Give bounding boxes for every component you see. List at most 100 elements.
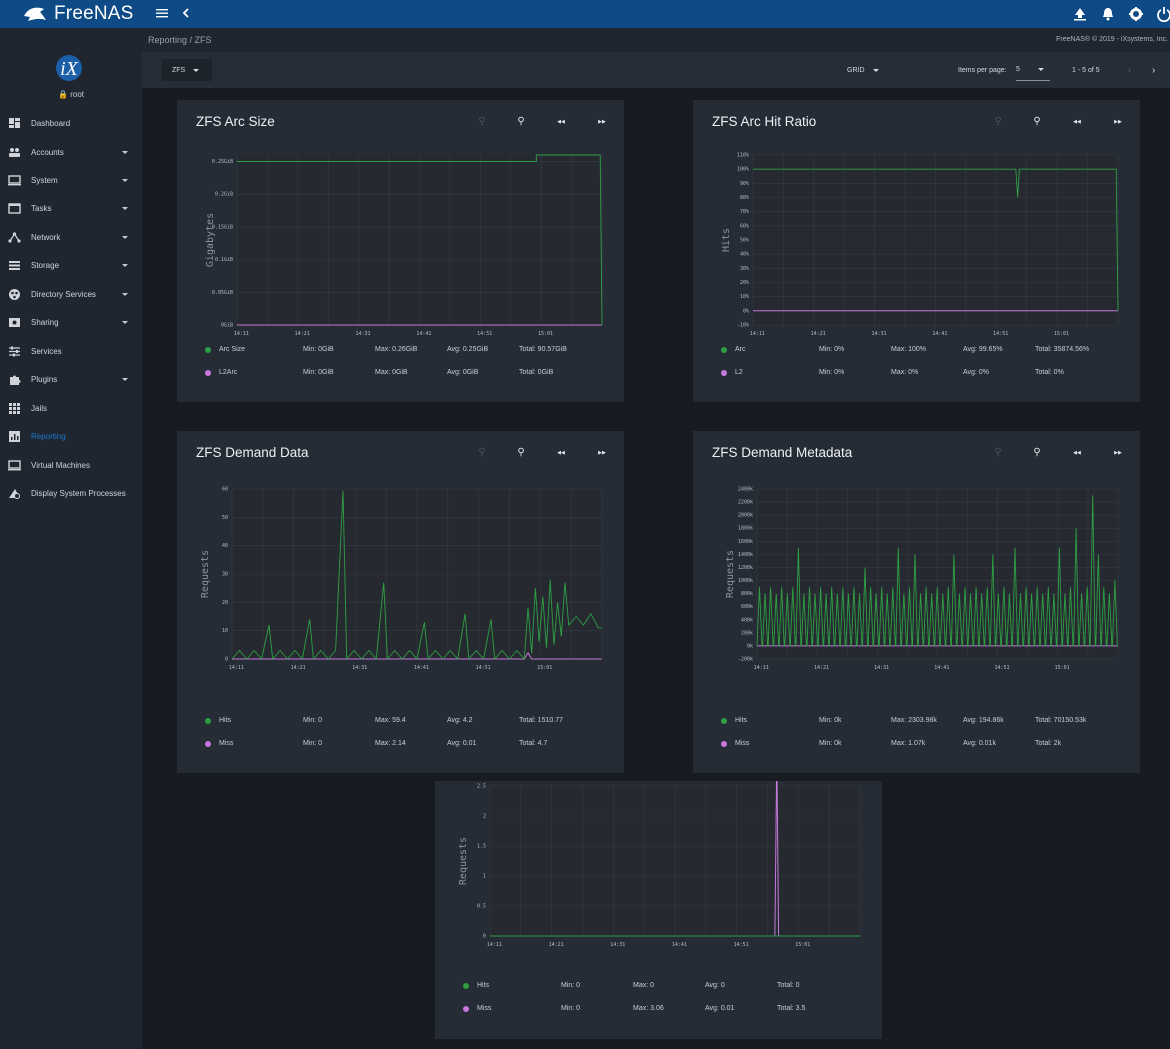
y-tick-label: 60 — [222, 487, 228, 493]
sidebar-item-dashboard[interactable]: Dashboard — [0, 112, 142, 134]
chart-plot[interactable]: 0 10 20 30 40 50 60 14:11 14:21 14:31 14:41 14:51 15… — [177, 431, 624, 687]
legend-min: Min: 0 — [303, 740, 323, 747]
sidebar-item-network[interactable]: Network — [0, 226, 142, 248]
legend-name: Miss — [477, 1005, 492, 1012]
sidebar-item-label: Plugins — [31, 374, 58, 384]
y-tick-label: -10% — [737, 323, 749, 329]
freenas-logo[interactable]: FreeNAS — [22, 3, 134, 25]
legend-name: L2 — [735, 369, 743, 376]
items-per-page-select[interactable]: 5 — [1016, 59, 1050, 81]
sidebar-item-jails[interactable]: Jails — [0, 397, 142, 419]
x-tick-label: 14:41 — [416, 331, 431, 337]
bell-icon[interactable] — [1100, 6, 1116, 22]
directory-services-icon — [7, 288, 21, 300]
legend-name: Hits — [477, 982, 490, 989]
y-tick-label: 30% — [740, 266, 749, 272]
sidebar-item-reporting[interactable]: Reporting — [0, 425, 142, 447]
legend-total: Total: 0% — [1035, 369, 1064, 376]
sidebar-item-tasks[interactable]: Tasks — [0, 197, 142, 219]
chart-plot[interactable]: 0GiB0.05GiB0.1GiB0.15GiB0.2GiB0.25GiB14:… — [177, 100, 624, 353]
y-tick-label: 70% — [740, 209, 749, 215]
current-user[interactable]: 🔒 root — [0, 90, 142, 99]
x-tick-label: 14:51 — [476, 665, 491, 671]
sidebar-item-system[interactable]: System — [0, 169, 142, 191]
brand-name: FreeNAS — [54, 3, 134, 24]
lock-icon: 🔒 — [58, 90, 68, 99]
copyright-text: FreeNAS® © 2019 - iXsystems, Inc. — [1056, 36, 1168, 43]
chevron-down-icon — [122, 320, 128, 324]
legend-min: Min: 0k — [819, 717, 842, 724]
legend-name: Miss — [219, 740, 234, 747]
category-select[interactable]: ZFS — [162, 59, 212, 81]
sidebar-item-sharing[interactable]: Sharing — [0, 311, 142, 333]
y-axis-label: Requests — [725, 550, 736, 598]
sidebar-item-services[interactable]: Services — [0, 340, 142, 362]
chart-plot[interactable]: -200k 0k 200k 400k 600k 800k 1000k 1200k 1400k 16… — [693, 431, 1140, 687]
y-tick-label: 1 — [483, 874, 486, 880]
upgrade-icon[interactable] — [1072, 6, 1088, 22]
sidebar-item-label: Dashboard — [31, 118, 71, 128]
x-tick-label: 15:01 — [1054, 331, 1069, 337]
sidebar-item-virtual-machines[interactable]: Virtual Machines — [0, 454, 142, 476]
y-tick-label: 0 — [483, 934, 486, 940]
y-tick-label: 110% — [737, 153, 749, 159]
next-page-button[interactable]: › — [1152, 59, 1155, 81]
legend-avg: Avg: 0 — [705, 982, 725, 989]
y-tick-label: 0.5 — [477, 904, 486, 910]
chart-plot[interactable]: 0 0.5 1 1.5 2 2.5 14:11 14:21 14:31 14:41 14:51 15:… — [435, 781, 882, 964]
legend-row: Hits Min: 0 Max: 0 Avg: 0 Total: 0 — [463, 981, 843, 993]
legend-row: Miss Min: 0 Max: 3.06 Avg: 0.01 Total: 3.5 — [463, 1004, 843, 1016]
gear-icon[interactable] — [1128, 6, 1144, 22]
x-tick-label: 14:21 — [814, 665, 829, 671]
legend-total: Total: 35874.56% — [1035, 346, 1090, 353]
legend-swatch — [205, 370, 211, 376]
sidebar-item-label: Accounts — [31, 147, 64, 157]
y-tick-label: 0k — [747, 643, 753, 649]
sidebar-item-label: Sharing — [31, 317, 59, 327]
sidebar-item-label: Services — [31, 346, 62, 356]
legend-row: Hits Min: 0 Max: 59.4 Avg: 4.2 Total: 1510.7… — [205, 716, 585, 728]
x-tick-label: 14:51 — [734, 942, 749, 948]
legend-row: L2Arc Min: 0GiB Max: 0GiB Avg: 0GiB Total: 0… — [205, 368, 585, 380]
sidebar-item-storage[interactable]: Storage — [0, 254, 142, 276]
legend-total: Total: 0 — [777, 982, 800, 989]
y-tick-label: 60% — [740, 223, 749, 229]
legend-max: Max: 0.26GiB — [375, 346, 418, 353]
legend-max: Max: 2.14 — [375, 740, 406, 747]
y-tick-label: 1.5 — [477, 844, 486, 850]
layout-select[interactable]: GRID — [847, 59, 879, 81]
x-tick-label: 15:01 — [1055, 665, 1070, 671]
reporting-toolbar: ZFS GRID Items per page: 5 1 - 5 of 5 ‹ … — [142, 52, 1170, 88]
sidebar-item-plugins[interactable]: Plugins — [0, 368, 142, 390]
sidebar: iX 🔒 root Dashboard Accounts System Tasks Ne… — [0, 28, 142, 1049]
y-tick-label: 1000k — [738, 578, 753, 584]
report-grid: ZFS Arc Size ⚲ ⚲ ◀◀ ▶▶ 0GiB 0.05GiB 0.1GiB 0.15G… — [142, 88, 1170, 1049]
sidebar-item-accounts[interactable]: Accounts — [0, 141, 142, 163]
chevron-down-icon — [872, 68, 879, 72]
x-tick-label: 14:41 — [672, 942, 687, 948]
legend-name: L2Arc — [219, 369, 238, 376]
tasks-icon — [7, 202, 21, 214]
accounts-icon — [7, 146, 21, 158]
x-tick-label: 14:11 — [754, 665, 769, 671]
category-value: ZFS — [172, 66, 186, 74]
sidebar-item-display-system-processes[interactable]: Display System Processes — [0, 482, 142, 504]
legend-row: Hits Min: 0k Max: 2303.98k Avg: 194.86k Tota… — [721, 716, 1101, 728]
legend-max: Max: 0GiB — [375, 369, 408, 376]
y-tick-label: 1200k — [738, 565, 753, 571]
chevron-left-icon[interactable] — [178, 6, 194, 22]
legend-name: Hits — [735, 717, 748, 724]
legend-max: Max: 2303.98k — [891, 717, 937, 724]
x-tick-label: 14:51 — [993, 331, 1008, 337]
legend-name: Miss — [735, 740, 750, 747]
sidebar-item-directory-services[interactable]: Directory Services — [0, 283, 142, 305]
y-tick-label: 20% — [740, 280, 749, 286]
breadcrumb[interactable]: Reporting / ZFS — [148, 35, 212, 45]
power-icon[interactable] — [1156, 6, 1170, 23]
prev-page-button[interactable]: ‹ — [1128, 59, 1131, 81]
freenas-shark-icon — [24, 7, 46, 21]
legend-max: Max: 1.07k — [891, 740, 926, 747]
menu-icon[interactable] — [154, 6, 170, 22]
report-card: 0 0.5 1 1.5 2 2.5 14:11 14:21 14:31 14:41 14:51 15:… — [435, 781, 882, 1039]
chart-plot[interactable]: -10% 0% 10% 20% 30% 40% 50% 60% 70% 80% 90% 100% 110… — [693, 100, 1140, 353]
